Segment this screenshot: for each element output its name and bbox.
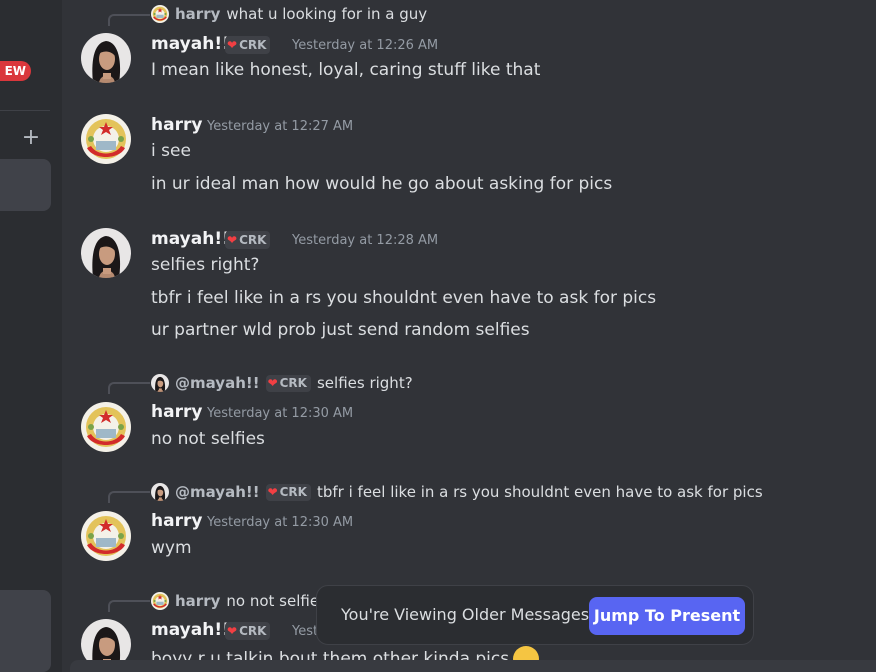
timestamp: Yesterday at 12:30 AM — [207, 406, 354, 421]
reply-preview[interactable]: @mayah!! ❤ CRK selfies right? — [151, 373, 413, 393]
tag-label: CRK — [279, 375, 307, 390]
reply-preview[interactable]: @mayah!! ❤ CRK tbfr i feel like in a rs y… — [151, 482, 763, 502]
heart-icon: ❤ — [267, 375, 278, 390]
reply-author: @mayah!! — [175, 374, 260, 392]
tag-label: CRK — [239, 624, 267, 638]
reply-author: harry — [175, 5, 221, 23]
avatar[interactable] — [81, 511, 131, 561]
avatar[interactable] — [81, 33, 131, 83]
reply-text: what u looking for in a guy — [226, 5, 428, 23]
author-name[interactable]: harry — [151, 115, 202, 135]
message-text: tbfr i feel like in a rs you shouldnt ev… — [151, 288, 657, 308]
author-name[interactable]: mayah!! — [151, 34, 230, 54]
message-composer[interactable] — [70, 660, 876, 672]
author-name[interactable]: mayah!! — [151, 620, 230, 640]
message-text: in ur ideal man how would he go about as… — [151, 174, 613, 194]
older-messages-label: You're Viewing Older Messages — [341, 605, 590, 624]
reply-text: tbfr i feel like in a rs you shouldnt ev… — [316, 483, 763, 501]
timestamp: Yesterday at 12:28 AM — [292, 233, 439, 248]
author-name[interactable]: harry — [151, 511, 202, 531]
sidebar-item[interactable] — [0, 590, 51, 672]
avatar[interactable] — [81, 228, 131, 278]
reply-avatar — [151, 374, 169, 392]
reply-preview[interactable]: harry no not selfies — [151, 591, 327, 611]
reply-author: @mayah!! — [175, 483, 260, 501]
reply-tag: ❤ CRK — [265, 374, 311, 392]
timestamp: Yest — [292, 624, 319, 639]
author-name[interactable]: harry — [151, 402, 202, 422]
message-text: wym — [151, 538, 192, 558]
reply-avatar — [151, 592, 169, 610]
sidebar-item-selected[interactable] — [0, 159, 51, 211]
message-text: I mean like honest, loyal, caring stuff … — [151, 60, 541, 80]
timestamp: Yesterday at 12:27 AM — [207, 119, 354, 134]
reply-connector — [108, 600, 150, 612]
sidebar-divider — [0, 110, 50, 111]
server-sidebar: EW + — [0, 0, 62, 672]
avatar[interactable] — [81, 114, 131, 164]
heart-icon: ❤ — [227, 233, 238, 247]
guild-tag[interactable]: ❤ CRK — [225, 622, 271, 640]
message-text: i see — [151, 141, 191, 161]
heart-icon: ❤ — [267, 484, 278, 499]
reply-connector — [108, 382, 150, 394]
guild-tag[interactable]: ❤ CRK — [225, 231, 271, 249]
reply-tag: ❤ CRK — [265, 483, 311, 501]
reply-text: no not selfies — [226, 592, 327, 610]
message-text: selfies right? — [151, 255, 260, 275]
heart-icon: ❤ — [227, 38, 238, 52]
tag-label: CRK — [239, 38, 267, 52]
plus-icon[interactable]: + — [21, 127, 41, 149]
timestamp: Yesterday at 12:26 AM — [292, 38, 439, 53]
message-text: ur partner wld prob just send random sel… — [151, 320, 530, 340]
message-list: harry what u looking for in a guy mayah!… — [62, 0, 876, 672]
reply-connector — [108, 14, 150, 26]
avatar[interactable] — [81, 402, 131, 452]
timestamp: Yesterday at 12:30 AM — [207, 515, 354, 530]
reply-author: harry — [175, 592, 221, 610]
reply-preview[interactable]: harry what u looking for in a guy — [151, 4, 427, 24]
tag-label: CRK — [239, 233, 267, 247]
guild-tag[interactable]: ❤ CRK — [225, 36, 271, 54]
message-text: no not selfies — [151, 429, 265, 449]
new-badge[interactable]: EW — [0, 61, 31, 81]
heart-icon: ❤ — [227, 624, 238, 638]
older-messages-bar: You're Viewing Older Messages Jump To Pr… — [316, 585, 754, 645]
reply-connector — [108, 491, 150, 503]
reply-avatar — [151, 483, 169, 501]
reply-avatar — [151, 5, 169, 23]
reply-text: selfies right? — [316, 374, 413, 392]
tag-label: CRK — [279, 484, 307, 499]
author-name[interactable]: mayah!! — [151, 229, 230, 249]
jump-to-present-button[interactable]: Jump To Present — [589, 597, 745, 635]
